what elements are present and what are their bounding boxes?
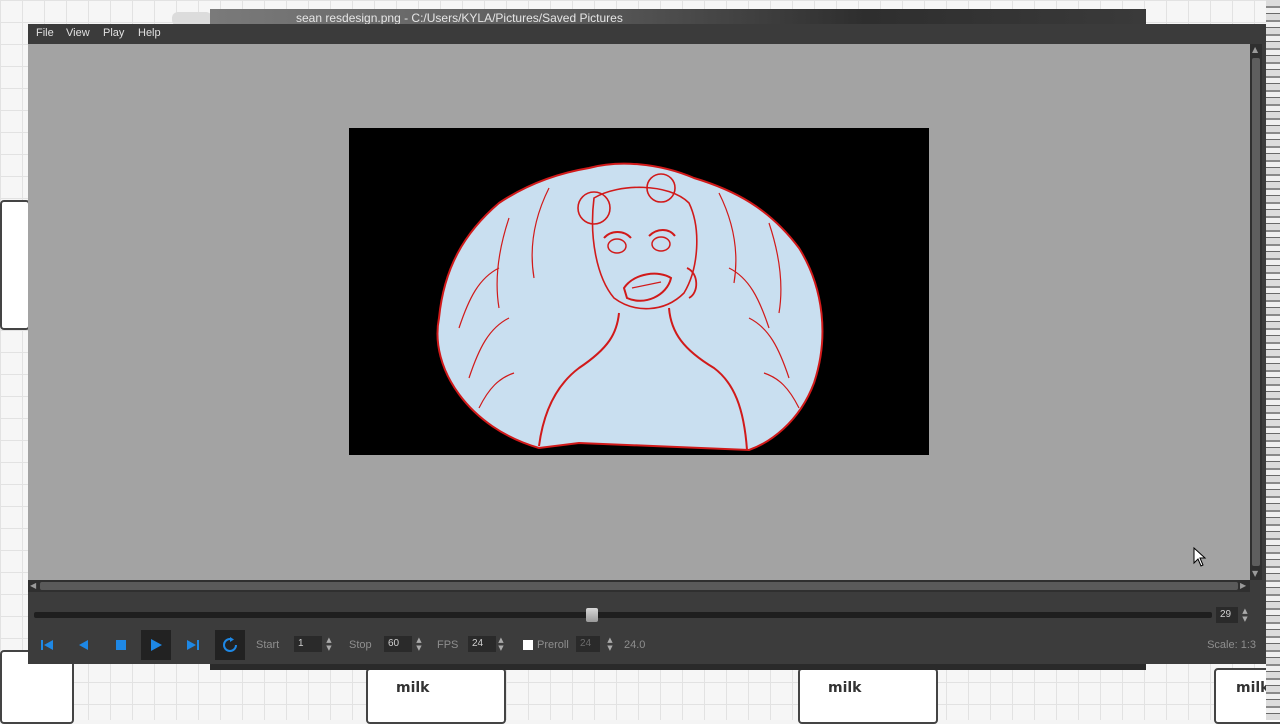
- play-reverse-icon: [79, 640, 88, 650]
- loop-icon: [223, 637, 237, 652]
- play-backward-button[interactable]: [72, 634, 94, 656]
- timeline-playhead[interactable]: [586, 608, 598, 622]
- current-frame-field[interactable]: 29: [1216, 607, 1238, 623]
- window-bottom-edge: [210, 664, 1146, 670]
- mouse-cursor-icon: [1193, 547, 1207, 567]
- vertical-scrollbar[interactable]: ▲ ▼: [1250, 44, 1262, 580]
- start-label: Start: [256, 639, 280, 651]
- menu-help[interactable]: Help: [138, 27, 161, 39]
- fps-spinner[interactable]: ▲ ▼: [496, 636, 506, 652]
- menu-bar: File View Play Help: [28, 24, 1266, 44]
- go-to-start-button[interactable]: [36, 634, 58, 656]
- current-frame-spinner[interactable]: ▲ ▼: [1240, 607, 1250, 623]
- scroll-up-arrow-icon[interactable]: ▲: [1252, 46, 1258, 54]
- sketch-canvas: [349, 128, 929, 455]
- timeline-slider[interactable]: [34, 612, 1212, 618]
- actual-fps-readout: 24.0: [624, 639, 646, 651]
- fps-label: FPS: [437, 639, 459, 651]
- milk-carton-drawing: [366, 668, 506, 724]
- scroll-right-arrow-icon[interactable]: ▶: [1240, 582, 1246, 590]
- milk-carton-label: milk: [828, 680, 862, 696]
- milk-carton-drawing: [798, 668, 938, 724]
- play-forward-button[interactable]: [141, 630, 171, 660]
- skip-forward-icon: [187, 640, 199, 650]
- play-icon: [151, 639, 162, 651]
- start-frame-spinner[interactable]: ▲ ▼: [324, 636, 334, 652]
- stop-frame-spinner[interactable]: ▲ ▼: [414, 636, 424, 652]
- menu-file[interactable]: File: [36, 27, 54, 39]
- stop-label: Stop: [349, 639, 372, 651]
- start-frame-field[interactable]: 1: [294, 636, 322, 652]
- stop-frame-field[interactable]: 60: [384, 636, 412, 652]
- flipbook-window: File View Play Help ▲ ▼ ◀ ▶ 29 ▲ ▼ Start…: [28, 24, 1266, 664]
- fps-field[interactable]: 24: [468, 636, 496, 652]
- milk-carton-label: milk: [1236, 680, 1270, 696]
- horizontal-scrollbar[interactable]: ◀ ▶: [28, 580, 1250, 592]
- milk-carton-label: milk: [396, 680, 430, 696]
- scroll-left-arrow-icon[interactable]: ◀: [30, 582, 36, 590]
- horizontal-scroll-thumb[interactable]: [40, 582, 1238, 590]
- preroll-frames-field[interactable]: 24: [576, 636, 600, 652]
- preroll-checkbox[interactable]: [523, 640, 533, 650]
- vertical-scroll-thumb[interactable]: [1252, 58, 1260, 566]
- stop-icon: [116, 640, 126, 650]
- menu-view[interactable]: View: [66, 27, 90, 39]
- screen-edge-artifact: [1266, 0, 1280, 720]
- menu-play[interactable]: Play: [103, 27, 124, 39]
- go-to-end-button[interactable]: [182, 634, 204, 656]
- loop-toggle-button[interactable]: [215, 630, 245, 660]
- preroll-spinner[interactable]: ▲ ▼: [605, 636, 615, 652]
- scale-readout: Scale: 1:3: [1207, 639, 1256, 651]
- scroll-down-arrow-icon[interactable]: ▼: [1252, 570, 1258, 578]
- window-title: sean resdesign.png - C:/Users/KYLA/Pictu…: [296, 11, 623, 25]
- stop-button[interactable]: [110, 634, 132, 656]
- preroll-label: Preroll: [537, 639, 569, 651]
- skip-back-icon: [41, 640, 53, 650]
- milk-carton-drawing: [0, 200, 30, 330]
- character-sketch-image: [436, 162, 824, 452]
